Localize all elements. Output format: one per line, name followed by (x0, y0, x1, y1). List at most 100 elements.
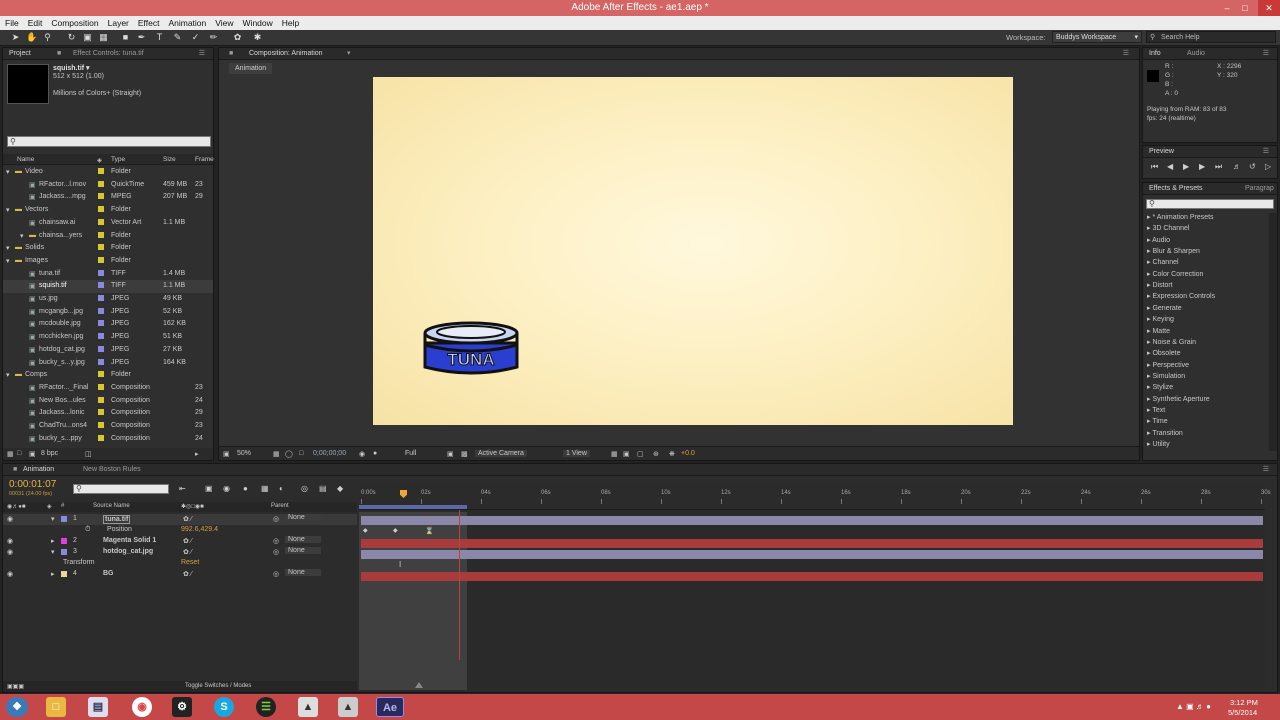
menu-window[interactable]: Window (238, 16, 277, 28)
layer-twirl-icon[interactable]: ▸ (51, 537, 55, 545)
project-item[interactable]: ▣ New Bos...ules Composition 24 (3, 395, 213, 408)
effects-category[interactable]: ▸ Perspective (1147, 361, 1189, 369)
effects-category[interactable]: ▸ Channel (1147, 258, 1179, 266)
app2-taskbar-icon[interactable]: ▲ (338, 697, 358, 717)
menu-layer[interactable]: Layer (103, 16, 133, 28)
project-item[interactable]: ▣ chainsaw.ai Vector Art 1.1 MB (3, 217, 213, 230)
view-layout-dropdown[interactable]: 1 View (563, 450, 590, 457)
panel-menu-icon[interactable]: ☰ (1257, 464, 1275, 475)
label-color-swatch[interactable] (98, 244, 104, 251)
parent-dropdown[interactable]: None (285, 514, 321, 521)
label-color-swatch[interactable] (98, 422, 104, 428)
col-parent[interactable]: Parent (271, 503, 289, 509)
label-color-swatch[interactable] (98, 231, 104, 238)
label-color-swatch[interactable] (98, 358, 104, 365)
menu-help[interactable]: Help (277, 16, 303, 28)
rotate-tool-icon[interactable]: ↻ (66, 32, 77, 43)
project-item[interactable]: ▣ us.jpg JPEG 49 KB (3, 293, 213, 306)
folder-twirl-icon[interactable]: ▾ (6, 244, 10, 252)
layer-switches-icon[interactable]: ✿ ⁄ (183, 570, 192, 578)
timeline-layer-row[interactable]: ◉ ▾ 3 hotdog_cat.jpg ✿ ⁄ ◎ None (3, 547, 357, 558)
minimize-icon[interactable]: – (1218, 0, 1236, 16)
label-color-swatch[interactable] (98, 434, 104, 441)
tab-audio[interactable]: Audio (1181, 48, 1211, 59)
current-time-display[interactable]: 0;00;00;00 (313, 450, 346, 457)
position-value[interactable]: 992.6,429.4 (181, 526, 218, 533)
project-item[interactable]: ▣ bucky_s...ppy Composition 24 (3, 433, 213, 444)
brainstorm-icon[interactable]: ◎ (301, 484, 308, 493)
track-bar-hotdog-cat[interactable] (361, 550, 1263, 559)
label-color-swatch[interactable] (98, 206, 104, 213)
menu-effect[interactable]: Effect (133, 16, 164, 28)
explorer-taskbar-icon[interactable]: □ (46, 697, 66, 717)
parent-dropdown[interactable]: None (285, 536, 321, 543)
timeline-icon[interactable]: ▢ (637, 450, 644, 458)
help-search-input[interactable]: ⚲ Search Help (1146, 31, 1276, 43)
keyframe-icon[interactable]: ◆ (393, 527, 398, 534)
project-item[interactable]: ▾ ▬ Images Folder (3, 255, 213, 268)
exposure-icon[interactable]: ❋ (669, 450, 675, 458)
skype-taskbar-icon[interactable]: S (214, 697, 234, 717)
effects-category[interactable]: ▸ Transition (1147, 429, 1183, 437)
tab-preview[interactable]: Preview (1143, 148, 1180, 155)
project-item[interactable]: ▣ squish.tif TIFF 1.1 MB (3, 280, 213, 293)
project-item[interactable]: ▣ mcgangb...jpg JPEG 52 KB (3, 306, 213, 319)
parent-dropdown[interactable]: None (285, 569, 321, 576)
label-color-swatch[interactable] (98, 282, 104, 289)
timeline-layer-row[interactable]: ◉ ▸ 2 Magenta Solid 1 ✿ ⁄ ◎ None (3, 536, 357, 547)
eye-icon[interactable]: ◉ (7, 537, 13, 545)
next-frame-icon[interactable]: ▶ (1199, 162, 1205, 171)
effects-category[interactable]: ▸ Distort (1147, 281, 1173, 289)
folder-twirl-icon[interactable]: ▾ (20, 232, 24, 240)
label-color-swatch[interactable] (98, 295, 104, 301)
zoom-tool-icon[interactable]: ⚲ (42, 32, 53, 43)
col-frame[interactable]: Frame (195, 156, 214, 163)
layer-switches-icon[interactable]: ✿ ⁄ (183, 537, 192, 545)
clock-time[interactable]: 3:12 PM (1230, 698, 1258, 707)
shy-icon[interactable]: ● (243, 484, 248, 493)
project-item[interactable]: ▣ RFactor..._Final Composition 23 (3, 382, 213, 395)
tab-composition[interactable]: Composition: Animation (243, 48, 329, 59)
layer-label-swatch[interactable] (61, 538, 67, 544)
last-frame-icon[interactable]: ⏭ (1215, 162, 1222, 172)
steam-taskbar-icon[interactable]: ⚙ (172, 697, 192, 717)
effects-category[interactable]: ▸ Noise & Grain (1147, 338, 1196, 346)
label-color-swatch[interactable] (98, 180, 104, 187)
effects-category[interactable]: ▸ Color Correction (1147, 270, 1203, 278)
col-source-name[interactable]: Source Name (93, 503, 130, 509)
col-size[interactable]: Size (163, 156, 176, 163)
project-item[interactable]: ▾ ▬ Video Folder (3, 166, 213, 179)
project-item[interactable]: ▣ Jackass....mpg MPEG 207 MB 29 (3, 191, 213, 204)
tab-effect-controls[interactable]: Effect Controls: tuna.tif (67, 48, 150, 59)
tab-timeline-animation[interactable]: Animation (17, 464, 60, 475)
resolution-dropdown[interactable]: Full (405, 450, 416, 457)
col-name[interactable]: Name (17, 156, 34, 163)
selection-tool-icon[interactable]: ➤ (10, 32, 21, 43)
eye-icon[interactable]: ◉ (7, 570, 13, 578)
layer-switches-icon[interactable]: ✿ ⁄ (183, 515, 192, 523)
track-bar-tuna[interactable] (361, 516, 1263, 525)
always-preview-icon[interactable]: ▣ (223, 450, 230, 458)
layer-name[interactable]: hotdog_cat.jpg (103, 548, 153, 555)
zoom-dropdown[interactable]: 50% (237, 450, 251, 457)
comp-mini-flowchart-icon[interactable]: ⇤ (179, 484, 186, 493)
mask-icon[interactable]: ◯ (285, 450, 293, 458)
parent-pickwhip-icon[interactable]: ◎ (273, 515, 279, 523)
label-color-swatch[interactable] (98, 269, 104, 276)
parent-dropdown[interactable]: None (285, 547, 321, 554)
keyframe-start-icon[interactable]: ◆ (363, 527, 368, 534)
effects-scrollbar[interactable] (1269, 213, 1277, 451)
clone-tool-icon[interactable]: ✓ (190, 32, 201, 43)
eye-icon[interactable]: ◉ (7, 515, 13, 523)
toggle-switches-modes[interactable]: Toggle Switches / Modes (185, 683, 251, 689)
close-icon[interactable]: ✕ (1258, 0, 1280, 16)
roi-icon[interactable]: ▣ (447, 450, 454, 458)
timeline-layer-row[interactable]: ◉ ▸ 4 BG ✿ ⁄ ◎ None (3, 569, 357, 580)
eye-icon[interactable]: ◉ (7, 548, 13, 556)
notepad-taskbar-icon[interactable]: ▤ (88, 697, 108, 717)
camera-tool-icon[interactable]: ▣ (82, 32, 93, 43)
maximize-icon[interactable]: □ (1236, 0, 1254, 16)
spotify-taskbar-icon[interactable]: ☰ (256, 697, 276, 717)
effects-category[interactable]: ▸ Generate (1147, 304, 1182, 312)
transform-reset-link[interactable]: Reset (181, 559, 199, 566)
